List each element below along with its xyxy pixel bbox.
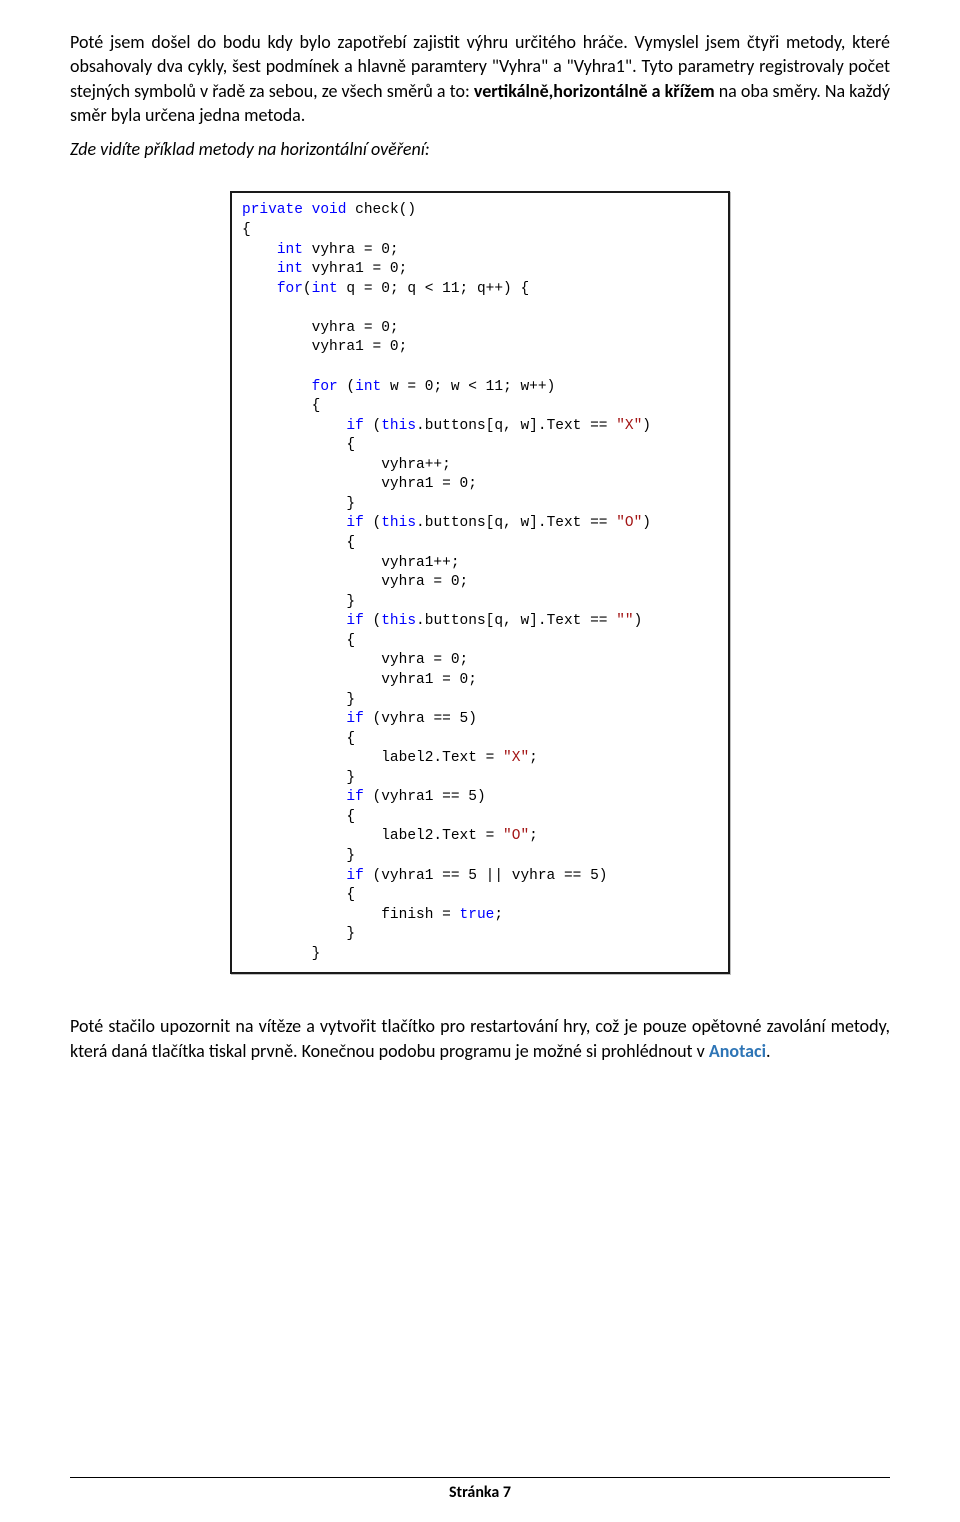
- code-text: (: [303, 281, 312, 297]
- code-text: {: [242, 731, 355, 747]
- code-text: check(): [346, 202, 416, 218]
- code-text: ): [634, 613, 643, 629]
- code-keyword: int: [355, 379, 381, 395]
- code-keyword: if: [346, 868, 363, 884]
- code-text: vyhra1 = 0;: [242, 672, 477, 688]
- code-snippet: private void check() { int vyhra = 0; in…: [242, 201, 718, 964]
- code-keyword: if: [346, 515, 363, 531]
- code-keyword: if: [346, 711, 363, 727]
- code-text: vyhra1++;: [242, 555, 460, 571]
- code-text: .buttons[q, w].Text ==: [416, 613, 616, 629]
- code-text: [242, 789, 346, 805]
- code-text: .buttons[q, w].Text ==: [416, 515, 616, 531]
- code-text: {: [242, 633, 355, 649]
- paragraph-3: Poté stačilo upozornit na vítěze a vytvo…: [70, 1014, 890, 1063]
- code-text: (: [364, 418, 381, 434]
- code-keyword: int: [277, 261, 303, 277]
- code-text: {: [242, 437, 355, 453]
- code-text: w = 0; w < 11; w++): [381, 379, 555, 395]
- code-text: (: [364, 515, 381, 531]
- code-string: "O": [616, 515, 642, 531]
- code-text: ;: [494, 907, 503, 923]
- code-text: {: [242, 887, 355, 903]
- code-text: }: [242, 594, 355, 610]
- code-text: q = 0; q < 11; q++) {: [338, 281, 529, 297]
- code-text: ): [642, 418, 651, 434]
- code-text: vyhra1 = 0;: [242, 339, 407, 355]
- code-keyword: for: [312, 379, 338, 395]
- code-text: vyhra++;: [242, 457, 451, 473]
- code-box: private void check() { int vyhra = 0; in…: [230, 191, 730, 974]
- code-text: }: [242, 770, 355, 786]
- code-text: }: [242, 926, 355, 942]
- code-keyword: this: [381, 515, 416, 531]
- page-footer: Stránka 7: [70, 1477, 890, 1504]
- code-text: vyhra = 0;: [303, 242, 399, 258]
- code-text: [242, 515, 346, 531]
- code-text: .buttons[q, w].Text ==: [416, 418, 616, 434]
- paragraph-2: Zde vidíte příklad metody na horizontáln…: [70, 137, 890, 161]
- page-number: Stránka 7: [70, 1482, 890, 1504]
- code-text: ;: [529, 750, 538, 766]
- code-text: [242, 868, 346, 884]
- code-keyword: int: [312, 281, 338, 297]
- code-text: vyhra = 0;: [242, 574, 468, 590]
- code-keyword: if: [346, 418, 363, 434]
- code-keyword: this: [381, 613, 416, 629]
- code-string: "X": [616, 418, 642, 434]
- code-text: }: [242, 848, 355, 864]
- code-text: [303, 202, 312, 218]
- code-text: }: [242, 496, 355, 512]
- code-text: (: [338, 379, 355, 395]
- code-text: (: [364, 613, 381, 629]
- code-text: vyhra1 = 0;: [242, 476, 477, 492]
- text-bold: vertikálně,horizontálně a křížem: [474, 80, 715, 102]
- code-keyword: this: [381, 418, 416, 434]
- code-text: vyhra = 0;: [242, 652, 468, 668]
- code-keyword: if: [346, 789, 363, 805]
- code-text: }: [242, 946, 320, 962]
- code-string: "": [616, 613, 633, 629]
- document-page: Poté jsem došel do bodu kdy bylo zapotře…: [0, 0, 960, 1522]
- code-text: {: [242, 398, 320, 414]
- code-text: ): [642, 515, 651, 531]
- code-keyword: private: [242, 202, 303, 218]
- code-text: finish =: [242, 907, 460, 923]
- code-text: {: [242, 535, 355, 551]
- code-string: "X": [503, 750, 529, 766]
- code-text: [242, 261, 277, 277]
- code-text: {: [242, 809, 355, 825]
- anotace-link[interactable]: Anotaci: [709, 1040, 766, 1062]
- code-text: label2.Text =: [242, 828, 503, 844]
- code-text: [242, 613, 346, 629]
- code-text: ;: [529, 828, 538, 844]
- code-text: (vyhra1 == 5): [364, 789, 486, 805]
- code-text: [242, 281, 277, 297]
- paragraph-1: Poté jsem došel do bodu kdy bylo zapotře…: [70, 30, 890, 127]
- code-string: "O": [503, 828, 529, 844]
- code-text: vyhra1 = 0;: [303, 261, 407, 277]
- code-text: }: [242, 692, 355, 708]
- code-text: [242, 379, 312, 395]
- text: .: [766, 1040, 771, 1062]
- code-text: [242, 242, 277, 258]
- code-keyword: if: [346, 613, 363, 629]
- code-text: [242, 711, 346, 727]
- code-text: (vyhra == 5): [364, 711, 477, 727]
- code-text: (vyhra1 == 5 || vyhra == 5): [364, 868, 608, 884]
- code-text: vyhra = 0;: [242, 320, 399, 336]
- code-keyword: true: [460, 907, 495, 923]
- code-text: {: [242, 222, 251, 238]
- code-text: label2.Text =: [242, 750, 503, 766]
- code-keyword: int: [277, 242, 303, 258]
- code-keyword: void: [312, 202, 347, 218]
- footer-rule: [70, 1477, 890, 1478]
- code-text: [242, 418, 346, 434]
- code-keyword: for: [277, 281, 303, 297]
- code-figure: private void check() { int vyhra = 0; in…: [230, 191, 730, 974]
